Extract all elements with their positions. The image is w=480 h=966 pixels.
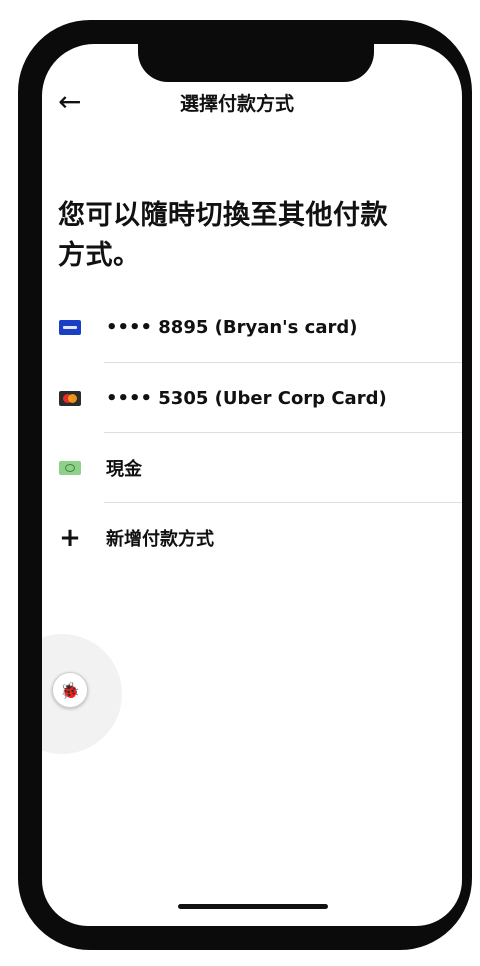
headline-line-1: 您可以隨時切換至其他付款 (58, 200, 388, 231)
payment-option-label: •••• 5305 (Uber Corp Card) (106, 387, 387, 409)
notch (138, 36, 374, 82)
screen: ← 選擇付款方式 您可以隨時切換至其他付款 方式。 •••• 8895 (Bry… (42, 44, 462, 926)
payment-option-label: 現金 (106, 459, 142, 480)
bug-icon: 🐞 (60, 680, 80, 700)
header: ← 選擇付款方式 (42, 84, 462, 124)
payment-option-cash[interactable]: 現金 (42, 433, 462, 503)
headline-line-2: 方式。 (58, 240, 141, 271)
cash-icon (59, 461, 81, 475)
mastercard-icon (59, 390, 81, 406)
home-indicator (178, 904, 328, 909)
payment-option-mastercard[interactable]: •••• 5305 (Uber Corp Card) (42, 363, 462, 433)
payment-option-visa[interactable]: •••• 8895 (Bryan's card) (42, 292, 462, 362)
add-payment-method[interactable]: + 新增付款方式 (42, 503, 462, 573)
headline: 您可以隨時切換至其他付款 方式。 (58, 196, 448, 276)
page-title: 選擇付款方式 (180, 93, 295, 115)
plus-icon: + (59, 523, 81, 553)
visa-card-icon (59, 319, 81, 335)
payment-option-label: •••• 8895 (Bryan's card) (106, 316, 358, 338)
add-payment-label: 新增付款方式 (106, 529, 214, 550)
back-arrow-icon[interactable]: ← (58, 88, 81, 116)
debug-button[interactable]: 🐞 (52, 672, 88, 708)
